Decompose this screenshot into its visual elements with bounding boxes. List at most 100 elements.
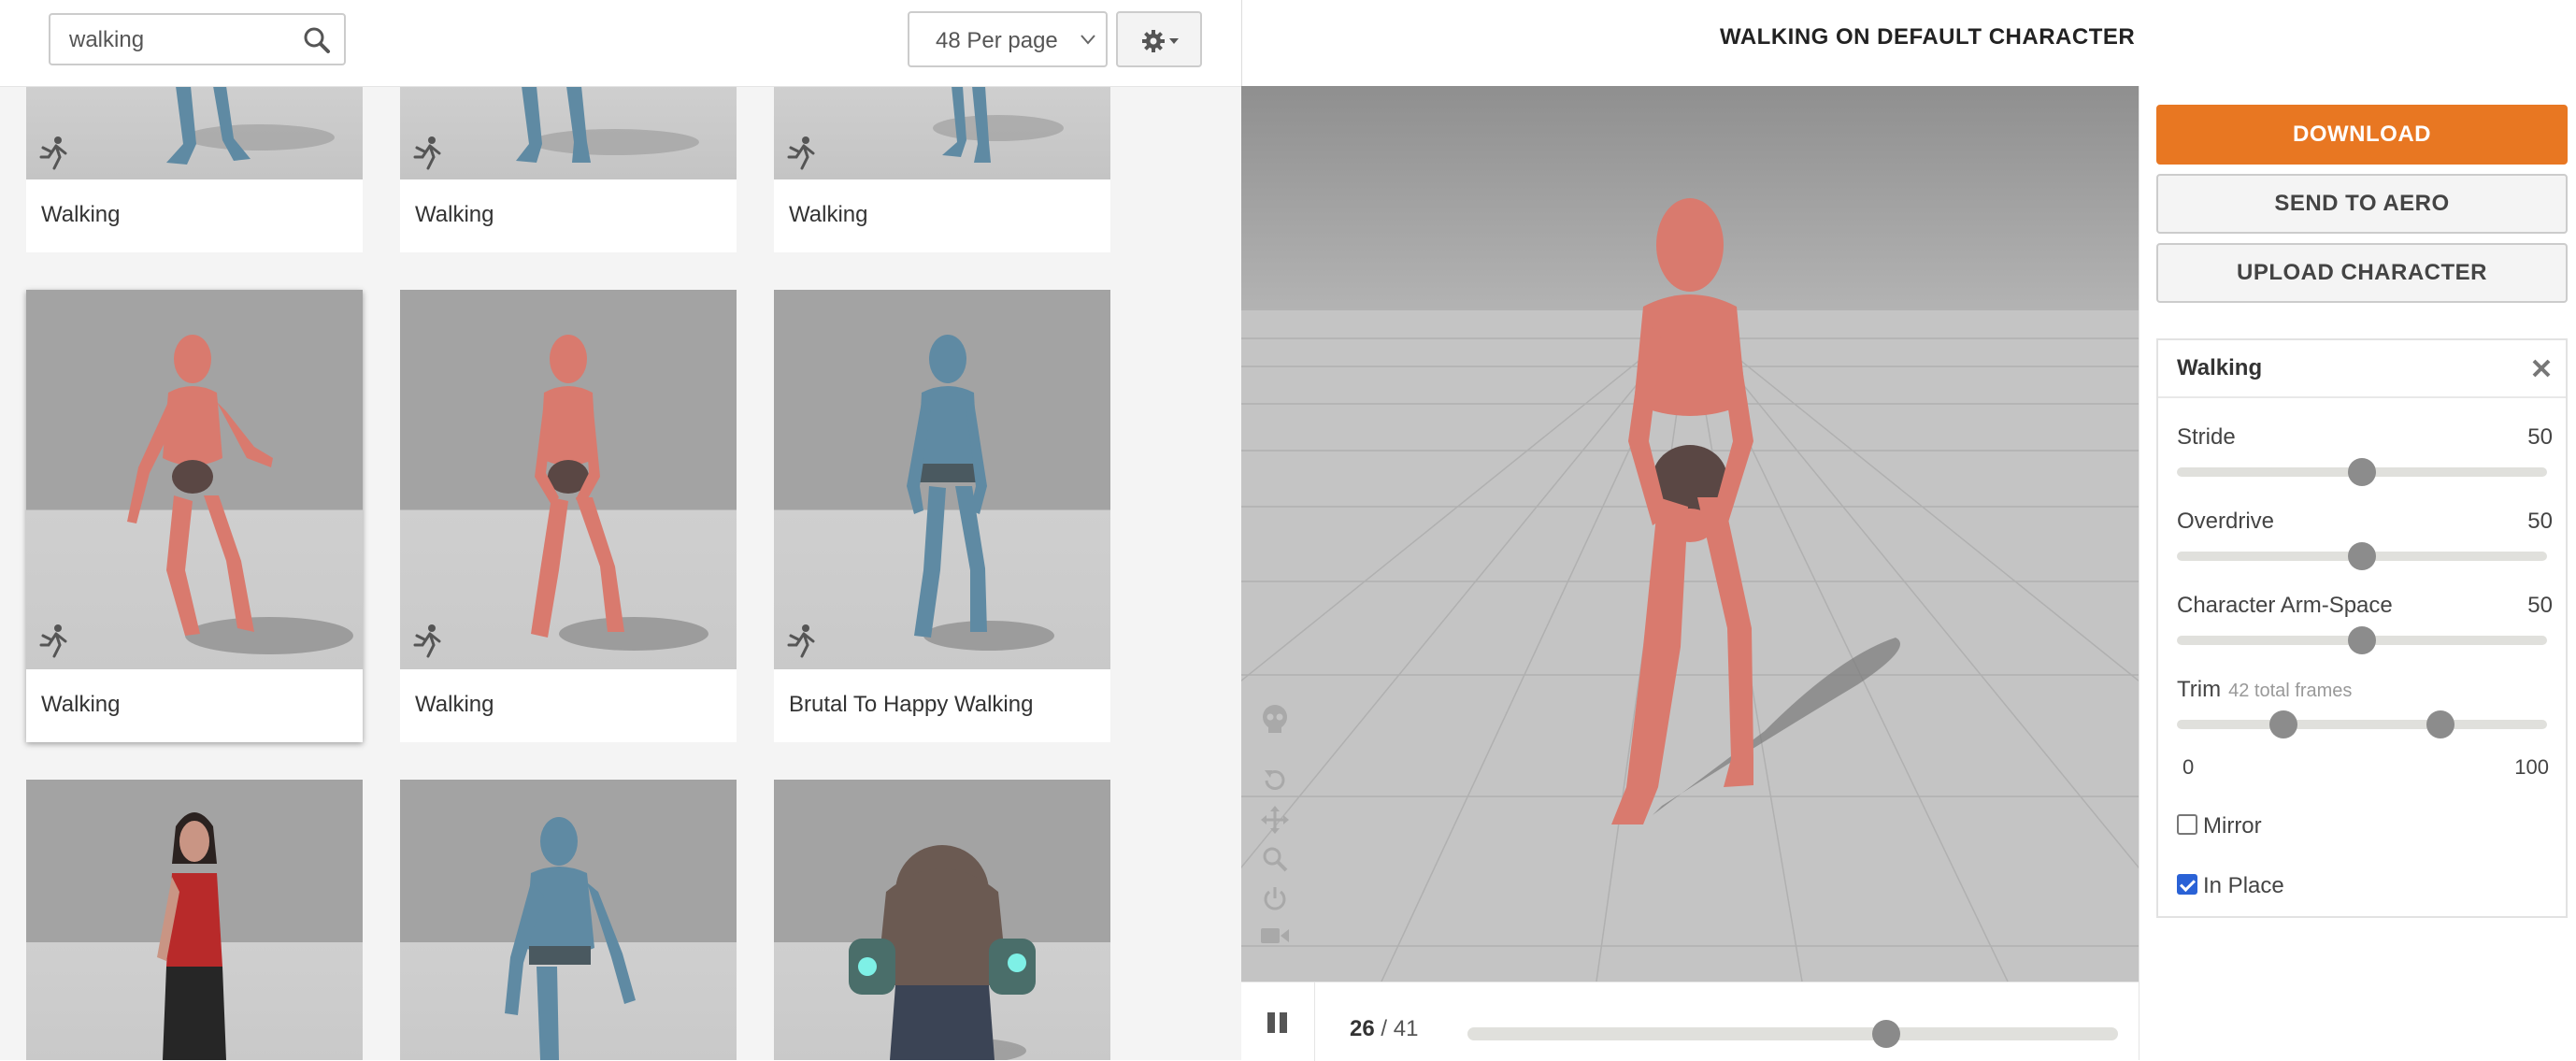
character-legs-thumbnail [516,86,699,163]
trim-label: Trim 42 total frames [2177,677,2352,703]
trim-frames-note: 42 total frames [2228,681,2353,701]
animation-card[interactable]: Walking [26,86,363,252]
pause-button[interactable] [1241,982,1315,1061]
total-frames: 41 [1393,1016,1419,1041]
viewer-title: WALKING ON DEFAULT CHARACTER [1720,24,2136,50]
send-to-aero-button[interactable]: SEND TO AERO [2156,174,2568,234]
in-place-checkbox[interactable]: In Place [2177,873,2284,899]
upload-character-button[interactable]: UPLOAD CHARACTER [2156,243,2568,303]
trim-min-label: 0 [2182,755,2195,779]
mirror-label: Mirror [2203,813,2262,839]
card-label: Walking [415,202,494,227]
camera-icon[interactable] [1260,924,1290,948]
gear-icon [1142,30,1179,52]
mirror-checkbox[interactable]: Mirror [2177,813,2262,839]
panel-title: Walking [2177,355,2263,380]
animation-settings-panel: Walking Stride 50 Overdrive 50 Character… [2156,338,2568,918]
character-legs-thumbnail [166,86,335,165]
running-man-icon [413,136,441,170]
character-thumbnail [505,817,636,1060]
stride-label: Stride [2177,424,2236,450]
viewer-header: WALKING ON DEFAULT CHARACTER [1243,0,2576,87]
power-icon[interactable] [1261,884,1289,912]
trim-max-label: 100 [2514,755,2549,779]
stride-handle[interactable] [2348,458,2376,486]
trim-end-handle[interactable] [2426,710,2455,738]
arm-space-handle[interactable] [2348,626,2376,654]
stride-slider[interactable] [2177,458,2547,486]
overdrive-handle[interactable] [2348,542,2376,570]
animation-card[interactable] [774,780,1110,1060]
per-page-label: 48 Per page [936,28,1058,53]
running-man-icon [39,624,67,658]
in-place-label: In Place [2203,873,2284,898]
card-label: Walking [41,202,121,227]
animation-card[interactable] [400,780,737,1060]
character-thumbnail [907,335,1054,651]
zoom-icon[interactable] [1261,845,1289,873]
animation-thumbnail [26,290,363,669]
animation-thumbnail [400,86,737,179]
panel-header: Walking [2158,340,2566,398]
stride-value: 50 [2527,424,2553,450]
search-box[interactable] [49,13,346,65]
per-page-select[interactable]: 48 Per page [908,11,1108,67]
move-icon[interactable] [1261,806,1289,834]
card-label: Walking [415,692,494,717]
card-label: Walking [789,202,868,227]
mirror-checkbox-box[interactable] [2177,814,2197,835]
animation-card[interactable]: Brutal To Happy Walking [774,290,1110,742]
current-frame: 26 [1350,1016,1375,1041]
animation-thumbnail [774,290,1110,669]
animation-card[interactable]: Walking [400,86,737,252]
animation-thumbnail [400,290,737,669]
animation-browser: 48 Per page [0,0,1242,1060]
card-label: Brutal To Happy Walking [789,692,1034,717]
skull-icon[interactable] [1258,703,1292,737]
running-man-icon [787,136,815,170]
animation-thumbnail [26,86,363,179]
character-thumbnail [127,335,353,654]
overdrive-slider[interactable] [2177,542,2547,570]
character-legs-thumbnail [933,86,1064,163]
in-place-checkbox-box[interactable] [2177,874,2197,895]
playback-bar: 26 / 41 [1241,982,2139,1061]
animation-thumbnail [774,780,1110,1060]
close-icon[interactable] [2530,357,2553,380]
trim-title: Trim [2177,677,2222,702]
animation-card[interactable]: Walking [400,290,737,742]
running-man-icon [39,136,67,170]
character-thumbnail [157,812,226,1060]
trim-range-slider[interactable] [2177,710,2547,738]
timeline-handle[interactable] [1871,1020,1900,1048]
search-icon[interactable] [303,26,331,54]
running-man-icon [787,624,815,658]
character-thumbnail [531,335,708,651]
trim-start-handle[interactable] [2268,710,2297,738]
timeline-slider[interactable] [1467,1020,2118,1048]
animation-thumbnail [774,86,1110,179]
card-label: Walking [41,692,121,717]
animation-card[interactable] [26,780,363,1060]
animation-thumbnail [400,780,737,1060]
running-man-icon [413,624,441,658]
animation-thumbnail [26,780,363,1060]
reset-icon[interactable] [1261,767,1289,795]
animation-card[interactable]: Walking [774,86,1110,252]
arm-space-label: Character Arm-Space [2177,593,2393,618]
viewport-scene [1241,86,2139,982]
pause-icon [1267,1012,1287,1033]
animation-card-selected[interactable]: Walking [26,290,363,742]
settings-dropdown-button[interactable] [1116,11,1202,67]
browser-toolbar: 48 Per page [0,0,1241,87]
3d-viewport[interactable] [1241,86,2139,982]
frame-counter: 26 / 41 [1350,1016,1418,1042]
chevron-down-icon [1080,35,1095,45]
overdrive-label: Overdrive [2177,509,2275,534]
frame-separator: / [1374,1016,1394,1041]
overdrive-value: 50 [2527,509,2553,534]
download-button[interactable]: DOWNLOAD [2156,105,2568,165]
arm-space-slider[interactable] [2177,626,2547,654]
character-thumbnail [849,845,1036,1060]
search-input[interactable] [67,15,305,65]
